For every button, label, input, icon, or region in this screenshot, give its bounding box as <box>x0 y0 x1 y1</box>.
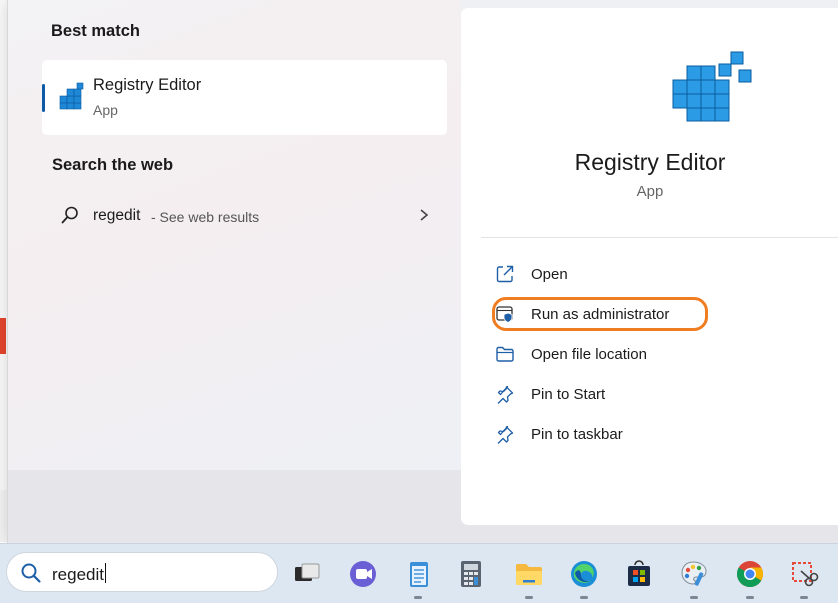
details-app-name: Registry Editor <box>574 149 726 175</box>
running-indicator <box>525 596 533 599</box>
web-search-query: regedit <box>93 207 141 224</box>
text-caret <box>104 563 106 583</box>
calculator-icon[interactable] <box>455 558 487 590</box>
running-indicator <box>580 596 588 599</box>
pin-to-start-label: Pin to Start <box>531 385 606 403</box>
paint-icon[interactable] <box>678 558 710 590</box>
search-icon <box>21 563 41 583</box>
registry-editor-icon <box>59 82 84 110</box>
run-as-administrator-label: Run as administrator <box>531 305 670 323</box>
search-icon <box>61 206 78 224</box>
results-panel: Best match Registry Editor App Search th… <box>8 0 461 470</box>
background-red-element <box>0 318 6 354</box>
web-search-result[interactable]: regedit - See web results <box>42 195 447 237</box>
file-explorer-icon[interactable] <box>513 558 545 590</box>
search-query-text: regedit <box>52 565 104 584</box>
store-icon[interactable] <box>623 558 655 590</box>
best-match-result[interactable]: Registry Editor App <box>42 60 447 135</box>
open-file-location-label: Open file location <box>531 345 647 363</box>
app-details-panel: Registry Editor App Open Run as administ… <box>461 8 838 525</box>
start-search-menu: Best match Registry Editor App Search th… <box>7 0 838 543</box>
pin-to-taskbar-label: Pin to taskbar <box>531 425 623 443</box>
open-file-location-action[interactable]: Open file location <box>495 337 815 371</box>
taskbar: regedit <box>0 543 838 603</box>
registry-editor-large-icon <box>672 51 752 122</box>
run-as-administrator-action[interactable]: Run as administrator <box>495 297 815 331</box>
search-the-web-heading: Search the web <box>52 156 174 174</box>
task-view-icon[interactable] <box>291 558 323 590</box>
details-divider <box>481 237 838 238</box>
selection-indicator <box>42 84 45 112</box>
taskbar-search-box[interactable]: regedit <box>6 552 278 592</box>
pin-to-taskbar-action[interactable]: Pin to taskbar <box>495 417 815 451</box>
taskbar-search-input[interactable]: regedit <box>52 563 106 585</box>
running-indicator <box>800 596 808 599</box>
best-match-app-type: App <box>93 102 118 118</box>
best-match-heading: Best match <box>51 22 140 40</box>
chrome-icon[interactable] <box>734 558 766 590</box>
best-match-app-name: Registry Editor <box>93 76 202 94</box>
pin-icon <box>497 425 514 444</box>
open-action[interactable]: Open <box>495 257 815 291</box>
teams-icon[interactable] <box>347 558 379 590</box>
edge-icon[interactable] <box>568 558 600 590</box>
web-search-suffix: - See web results <box>151 209 260 225</box>
open-external-icon <box>496 265 514 283</box>
folder-icon <box>496 346 514 362</box>
notepad-icon[interactable] <box>403 558 435 590</box>
pin-to-start-action[interactable]: Pin to Start <box>495 377 815 411</box>
open-label: Open <box>531 265 568 283</box>
shield-admin-icon <box>496 306 513 323</box>
details-app-type: App <box>636 183 664 200</box>
snipping-tool-icon[interactable] <box>788 558 820 590</box>
chevron-right-icon[interactable] <box>417 207 431 223</box>
running-indicator <box>414 596 422 599</box>
running-indicator <box>746 596 754 599</box>
pin-icon <box>497 385 514 404</box>
running-indicator <box>690 596 698 599</box>
